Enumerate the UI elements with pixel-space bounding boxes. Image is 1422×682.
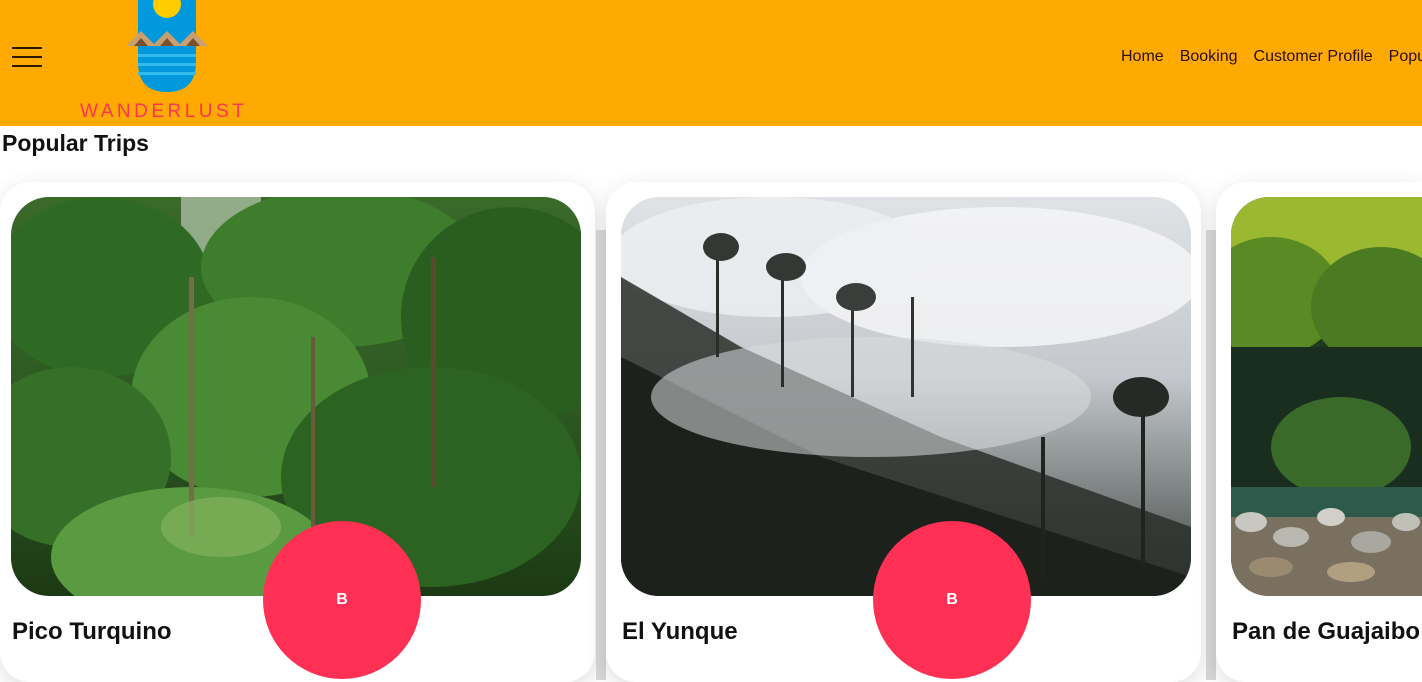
trip-title: El Yunque: [622, 618, 738, 645]
nav-customer-profile[interactable]: Customer Profile: [1254, 48, 1373, 65]
nav-popular[interactable]: Popul: [1389, 48, 1422, 65]
logo-emblem-icon: [126, 0, 208, 92]
card-divider: [596, 230, 606, 680]
trip-badge-button[interactable]: B: [873, 521, 1031, 679]
hamburger-menu-icon[interactable]: [12, 47, 42, 67]
trip-title: Pan de Guajaibo: [1232, 618, 1421, 645]
trip-title: Pico Turquino: [12, 618, 172, 645]
card-divider: [1206, 230, 1216, 680]
site-header: WANDERLUST Home Booking Customer Profile Po…: [0, 0, 1422, 126]
nav-booking[interactable]: Booking: [1180, 48, 1238, 65]
wanderlust-logo[interactable]: WANDERLUST: [78, 0, 258, 126]
main-nav: Home Booking Customer Profile Popul: [1121, 48, 1422, 66]
section-title: Popular Trips: [2, 130, 149, 156]
nav-home[interactable]: Home: [1121, 48, 1164, 65]
trip-badge-button[interactable]: B: [263, 521, 421, 679]
logo-wordmark: WANDERLUST: [80, 101, 248, 122]
trip-image-pan-de-guajaibo: [1231, 197, 1422, 596]
